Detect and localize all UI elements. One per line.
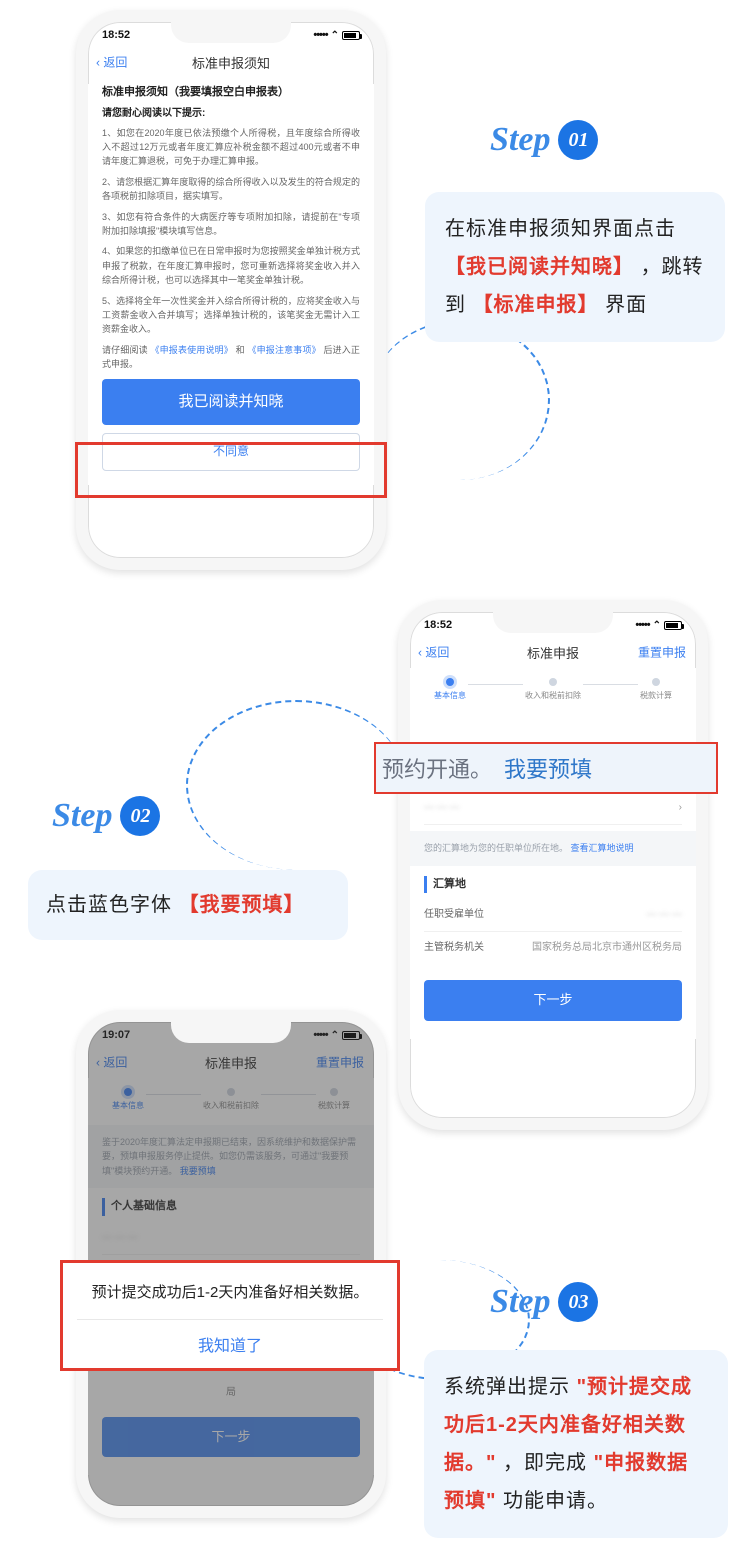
reset-button[interactable]: 重置申报 (638, 644, 686, 661)
notch (493, 611, 613, 633)
progress-steps: 基本信息 收入和税前扣除 税款计算 (102, 1078, 360, 1125)
section-personal-info: 个人基础信息 (102, 1198, 360, 1216)
back-button[interactable]: ‹ 返回 (96, 54, 127, 71)
battery-icon (342, 31, 360, 40)
para-2: 2、请您根据汇算年度取得的综合所得收入以及发生的符合规定的各项税前扣除项目，据实… (102, 175, 360, 204)
status-right: ••••• ⌃ (635, 619, 682, 631)
caption-text: 在标准申报须知界面点击 (445, 218, 676, 240)
caption-text: ，即完成 (503, 1452, 587, 1474)
authority-short: 局 (102, 1385, 360, 1401)
prompt-text: 请您耐心阅读以下提示: (102, 106, 360, 122)
step-word: Step (52, 797, 112, 835)
employer-row[interactable]: 任职受雇单位 — — — (424, 899, 682, 932)
step-tab-2[interactable]: 收入和税前扣除 (523, 678, 583, 703)
wifi-icon: ⌃ (653, 620, 661, 631)
step-1-caption: 在标准申报须知界面点击 【我已阅读并知晓】 ，跳转到 【标准申报】 界面 (425, 192, 725, 342)
personal-info-row: — — — (102, 1222, 360, 1255)
status-right: ••••• ⌃ (313, 1029, 360, 1041)
signal-icon: ••••• (313, 1029, 327, 1041)
nav-bar: ‹ 返回 标准申报 重置申报 (88, 1046, 374, 1078)
screen-content: 基本信息 收入和税前扣除 税款计算 个人基础信息 — — — › 您的汇算地为您… (410, 668, 696, 1039)
nav-title: 标准申报 (205, 1053, 257, 1072)
para-6: 请仔细阅读 《申报表使用说明》 和 《申报注意事项》 后进入正式申报。 (102, 343, 360, 372)
nav-bar: ‹ 返回 标准申报须知 (88, 46, 374, 78)
para-5: 5、选择将全年一次性奖金并入综合所得计税的，应将奖金收入与工资薪金收入合并填写；… (102, 294, 360, 337)
step-1-number: 01 (558, 120, 598, 160)
battery-icon (664, 621, 682, 630)
notch (171, 1021, 291, 1043)
caption-highlight: 【我已阅读并知晓】 (445, 256, 634, 278)
step-word: Step (490, 1283, 550, 1321)
banner-left-text: 预约开通。 (376, 752, 492, 784)
link-notes[interactable]: 《申报注意事项》 (247, 345, 320, 355)
status-time: 18:52 (102, 29, 130, 41)
step-3-caption: 系统弹出提示 "预计提交成功后1-2天内准备好相关数据。" ，即完成 "申报数据… (424, 1350, 728, 1538)
battery-icon (342, 1031, 360, 1040)
page-heading: 标准申报须知（我要填报空白申报表） (102, 84, 360, 102)
nav-title: 标准申报 (527, 643, 579, 662)
reset-button[interactable]: 重置申报 (316, 1054, 364, 1071)
status-right: ••••• ⌃ (313, 29, 360, 41)
step-2-caption: 点击蓝色字体 【我要预填】 (28, 870, 348, 940)
nav-title: 标准申报须知 (192, 53, 270, 72)
screen-content: 标准申报须知（我要填报空白申报表） 请您耐心阅读以下提示: 1、如您在2020年… (88, 84, 374, 485)
next-button[interactable]: 下一步 (424, 980, 682, 1021)
caption-text: 界面 (605, 294, 647, 316)
step-2-number: 02 (120, 796, 160, 836)
step-tab-3[interactable]: 税款计算 (316, 1088, 352, 1113)
personal-info-row[interactable]: — — — › (424, 792, 682, 825)
step-tab-3[interactable]: 税款计算 (638, 678, 674, 703)
caption-text: 点击蓝色字体 (46, 894, 172, 916)
confirmation-popup: 预计提交成功后1-2天内准备好相关数据。 我知道了 (60, 1260, 400, 1371)
phone-2: 18:52 ••••• ⌃ ‹ 返回 标准申报 重置申报 基本信息 收入和税前扣… (398, 600, 708, 1130)
step-2-badge: Step 02 (52, 796, 160, 836)
caption-text: 系统弹出提示 (444, 1376, 570, 1398)
caption-text: 功能申请。 (503, 1490, 608, 1512)
chevron-right-icon: › (679, 800, 682, 816)
step-tab-1[interactable]: 基本信息 (110, 1088, 146, 1113)
popup-ok-button[interactable]: 我知道了 (77, 1319, 383, 1368)
caption-highlight: 【我要预填】 (179, 894, 305, 916)
location-hint: 您的汇算地为您的任职单位所在地。 查看汇算地说明 (410, 831, 696, 865)
wifi-icon: ⌃ (331, 1030, 339, 1041)
tax-authority-value: 国家税务总局北京市通州区税务局 (532, 940, 682, 956)
agree-button[interactable]: 我已阅读并知晓 (102, 379, 360, 425)
para-3: 3、如您有符合条件的大病医疗等专项附加扣除，请提前在"专项附加扣除填报"模块填写… (102, 210, 360, 239)
connector-1 (370, 320, 550, 480)
nav-bar: ‹ 返回 标准申报 重置申报 (410, 636, 696, 668)
highlight-agree (75, 442, 387, 498)
para-4: 4、如果您的扣缴单位已在日常申报时为您按照奖金单独计税方式申报了税款，在年度汇算… (102, 244, 360, 287)
prefill-link[interactable]: 我要预填 (492, 752, 592, 784)
para-1: 1、如您在2020年度已依法预缴个人所得税，且年度综合所得收入不超过12万元或者… (102, 126, 360, 169)
back-button[interactable]: ‹ 返回 (96, 1054, 127, 1071)
next-button[interactable]: 下一步 (102, 1417, 360, 1458)
notch (171, 21, 291, 43)
step-3-number: 03 (558, 1282, 598, 1322)
link-location-help[interactable]: 查看汇算地说明 (571, 843, 634, 853)
back-button[interactable]: ‹ 返回 (418, 644, 449, 661)
link-instructions[interactable]: 《申报表使用说明》 (150, 345, 232, 355)
signal-icon: ••••• (313, 29, 327, 41)
blurred-value: — — — (646, 907, 682, 923)
prefill-banner-overlay: 预约开通。 我要预填 (376, 744, 716, 792)
wifi-icon: ⌃ (331, 30, 339, 41)
step-1-badge: Step 01 (490, 120, 598, 160)
step-word: Step (490, 121, 550, 159)
section-location: 汇算地 (424, 876, 682, 894)
prefill-link[interactable]: 我要预填 (180, 1166, 216, 1176)
blurred-label: — — — (424, 800, 460, 816)
status-time: 18:52 (424, 619, 452, 631)
step-tab-1[interactable]: 基本信息 (432, 678, 468, 703)
connector-2 (186, 700, 406, 870)
status-time: 19:07 (102, 1029, 130, 1041)
step-3-badge: Step 03 (490, 1282, 598, 1322)
gray-notice: 鉴于2020年度汇算法定申报期已结束，因系统维护和数据保护需要，预填申报服务停止… (88, 1125, 374, 1188)
progress-steps: 基本信息 收入和税前扣除 税款计算 (424, 668, 682, 715)
signal-icon: ••••• (635, 619, 649, 631)
popup-message: 预计提交成功后1-2天内准备好相关数据。 (77, 1281, 383, 1319)
step-tab-2[interactable]: 收入和税前扣除 (201, 1088, 261, 1113)
tax-authority-row: 主管税务机关 国家税务总局北京市通州区税务局 (424, 932, 682, 964)
caption-highlight: 【标准申报】 (473, 294, 599, 316)
